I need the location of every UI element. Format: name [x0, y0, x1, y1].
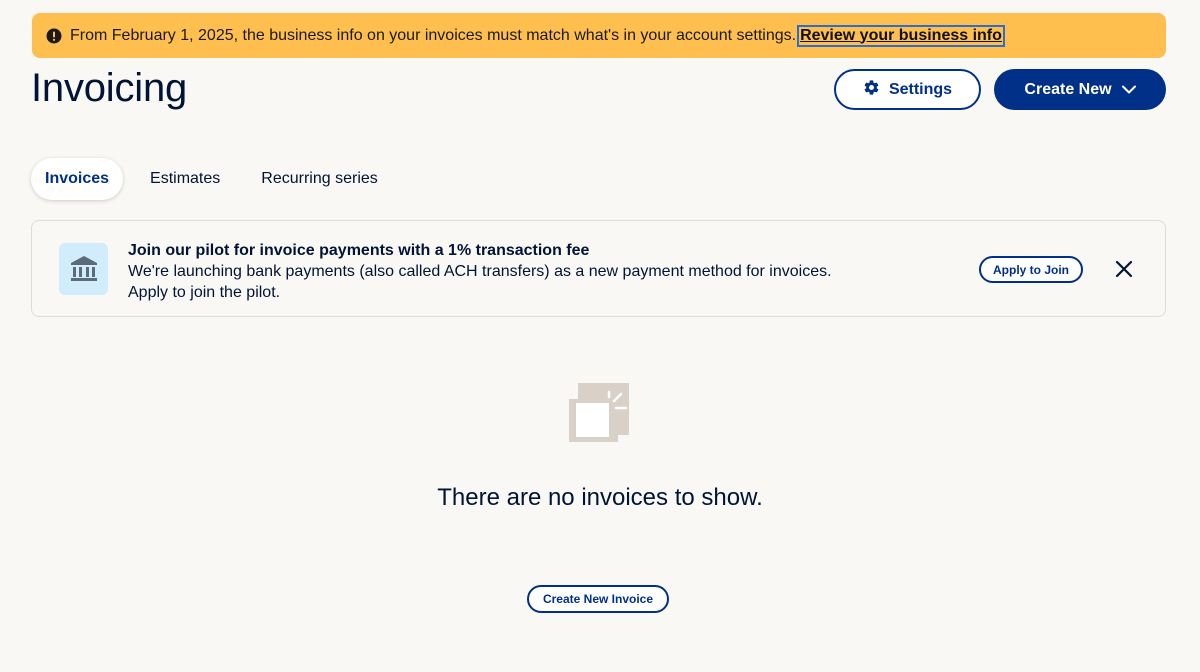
settings-label: Settings: [888, 80, 953, 98]
alert-banner: From February 1, 2025, the business info…: [32, 13, 1166, 58]
alert-message: From February 1, 2025, the business info…: [70, 26, 797, 44]
create-new-invoice-button[interactable]: Create New Invoice: [527, 585, 669, 613]
pilot-card-title: Join our pilot for invoice payments with…: [128, 242, 590, 259]
pilot-card-text: Join our pilot for invoice payments with…: [128, 240, 908, 303]
gear-icon: [863, 79, 880, 101]
pilot-card-body-line2: Apply to join the pilot.: [128, 284, 281, 301]
pilot-promo-card: Join our pilot for invoice payments with…: [31, 220, 1166, 317]
bank-icon: [59, 243, 108, 295]
invoicing-page: From February 1, 2025, the business info…: [0, 0, 1200, 672]
tab-invoices[interactable]: Invoices: [31, 158, 124, 200]
exclamation-circle-icon: [46, 28, 62, 44]
settings-button[interactable]: Settings: [834, 69, 981, 110]
empty-state-message: There are no invoices to show.: [437, 484, 763, 511]
chevron-down-icon: [1121, 81, 1136, 99]
empty-invoice-icon: [566, 381, 632, 450]
tab-recurring-series[interactable]: Recurring series: [247, 158, 391, 200]
create-new-button[interactable]: Create New: [994, 69, 1166, 110]
tab-bar: Invoices Estimates Recurring series: [31, 158, 392, 200]
page-title: Invoicing: [31, 66, 188, 110]
apply-to-join-button[interactable]: Apply to Join: [979, 256, 1083, 283]
review-business-info-link[interactable]: Review your business info: [797, 24, 1005, 47]
tab-estimates[interactable]: Estimates: [136, 158, 234, 200]
create-new-label: Create New: [1024, 80, 1112, 98]
close-icon[interactable]: [1112, 257, 1136, 281]
pilot-card-body-line1: We're launching bank payments (also call…: [128, 263, 832, 280]
